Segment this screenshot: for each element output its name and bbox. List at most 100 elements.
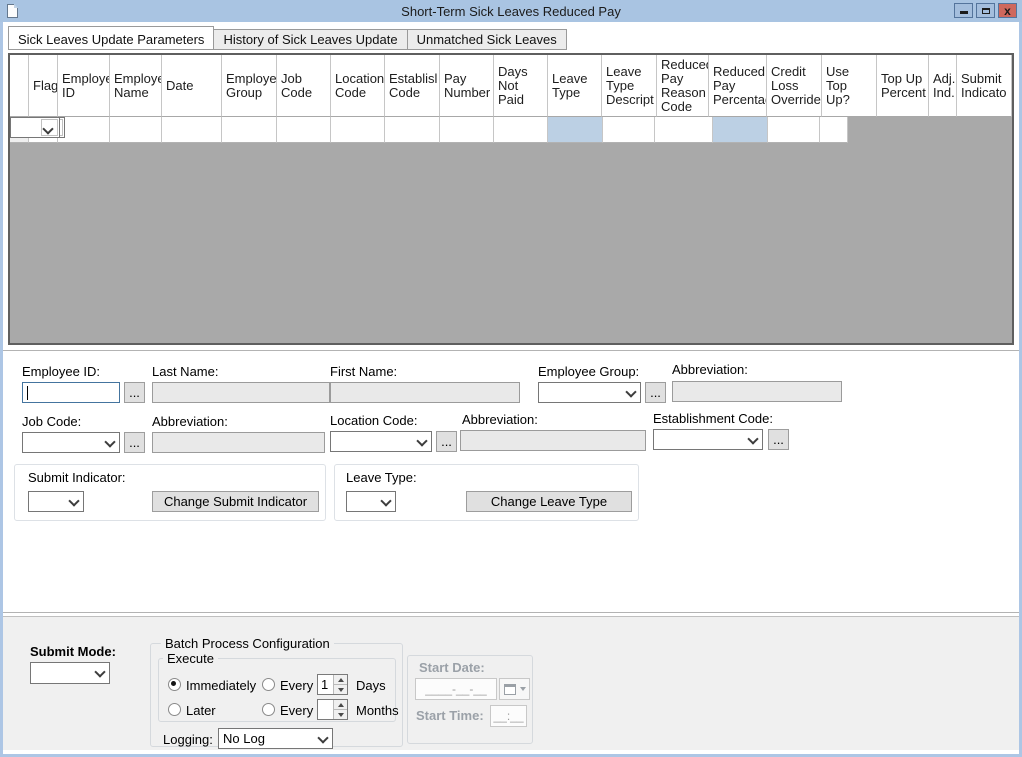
employee-group-abbreviation-field [672, 381, 842, 402]
grid-cell[interactable] [162, 117, 222, 143]
days-value: 1 [321, 677, 328, 692]
grid-cell[interactable] [655, 117, 713, 143]
minimize-icon [960, 11, 968, 14]
grid-column-header[interactable]: Use Top Up? [822, 55, 877, 117]
days-stepper[interactable]: 1 [317, 674, 348, 695]
chevron-down-icon [68, 495, 79, 506]
tab-unmatched-sick-leaves[interactable]: Unmatched Sick Leaves [408, 29, 567, 50]
job-code-abbreviation-label: Abbreviation: [152, 414, 228, 429]
close-button[interactable]: x [998, 3, 1017, 18]
employee-id-input[interactable] [22, 382, 120, 403]
days-spin-buttons[interactable] [333, 675, 347, 694]
months-spin-buttons[interactable] [333, 700, 347, 719]
grid-column-header[interactable]: Leave Type Descript [602, 55, 657, 117]
grid-column-header[interactable]: Flag [29, 55, 58, 117]
grid-cell[interactable] [768, 117, 820, 143]
grid-cell[interactable] [222, 117, 277, 143]
tab-sick-leaves-update-parameters[interactable]: Sick Leaves Update Parameters [8, 26, 214, 50]
start-time-field[interactable]: __:__ [490, 705, 527, 727]
days-unit-label: Days [356, 678, 386, 693]
radio-every-months[interactable] [262, 703, 275, 716]
location-code-combobox[interactable] [330, 431, 432, 452]
tab-history-of-sick-leaves-update[interactable]: History of Sick Leaves Update [214, 29, 407, 50]
grid-column-header[interactable]: Employe ID [58, 55, 110, 117]
chevron-down-icon [416, 435, 427, 446]
location-code-abbreviation-field [460, 430, 646, 451]
grid-cell[interactable] [58, 117, 110, 143]
months-stepper[interactable] [317, 699, 348, 720]
job-code-combobox[interactable] [22, 432, 120, 453]
job-code-browse-button[interactable]: ... [124, 432, 145, 453]
maximize-button[interactable] [976, 3, 995, 18]
batch-footer: Submit Mode: Batch Process Configuration… [3, 616, 1019, 750]
grid-column-header[interactable]: Days Not Paid [494, 55, 548, 117]
last-name-field [152, 382, 330, 403]
spin-up-icon[interactable] [334, 700, 347, 710]
spin-down-icon[interactable] [334, 685, 347, 694]
establishment-code-combobox[interactable] [653, 429, 763, 450]
leave-type-combobox[interactable] [346, 491, 396, 512]
grid-column-header[interactable]: Date [162, 55, 222, 117]
logging-combobox[interactable]: No Log [218, 728, 333, 749]
radio-later-label: Later [186, 703, 216, 718]
spin-up-icon[interactable] [334, 675, 347, 685]
grid-column-header[interactable]: Pay Number [440, 55, 494, 117]
radio-every-days[interactable] [262, 678, 275, 691]
submit-indicator-combobox[interactable] [28, 491, 84, 512]
employee-group-combobox[interactable] [538, 382, 641, 403]
change-leave-type-button[interactable]: Change Leave Type [466, 491, 632, 512]
maximize-icon [982, 8, 990, 14]
chevron-down-icon [104, 436, 115, 447]
grid-column-header[interactable]: Reduced Pay Percentag [709, 55, 767, 117]
chevron-down-icon [380, 495, 391, 506]
grid-column-header[interactable]: Leave Type [548, 55, 602, 117]
grid-cell[interactable] [277, 117, 331, 143]
grid-empty-area [10, 143, 1012, 343]
minimize-button[interactable] [954, 3, 973, 18]
grid-cell[interactable] [440, 117, 494, 143]
calendar-icon [504, 684, 516, 695]
batch-group-title: Batch Process Configuration [161, 636, 334, 651]
grid-selector-header[interactable] [10, 55, 29, 117]
grid-column-header[interactable]: Reduced Pay Reason Code [657, 55, 709, 117]
employee-id-browse-button[interactable]: ... [124, 382, 145, 403]
chevron-down-icon [317, 732, 328, 743]
grid-column-header[interactable]: Job Code [277, 55, 331, 117]
grid-cell[interactable] [603, 117, 655, 143]
grid-cell[interactable] [110, 117, 162, 143]
radio-every-days-label: Every [280, 678, 313, 693]
submit-mode-combobox[interactable] [30, 662, 110, 684]
grid-column-header[interactable]: Employe Group [222, 55, 277, 117]
establishment-code-browse-button[interactable]: ... [768, 429, 789, 450]
employee-id-label: Employee ID: [22, 364, 100, 379]
radio-immediately[interactable] [168, 678, 181, 691]
calendar-picker-button[interactable] [499, 678, 530, 700]
grid-cell[interactable] [10, 117, 60, 138]
start-date-label: Start Date: [419, 660, 485, 675]
start-time-label: Start Time: [416, 708, 484, 723]
grid-cell[interactable] [331, 117, 385, 143]
grid-cell [548, 117, 603, 143]
grid-column-header[interactable]: Adj. Ind. [929, 55, 957, 117]
grid-column-header[interactable]: Employe Name [110, 55, 162, 117]
grid-cell[interactable] [494, 117, 548, 143]
grid-column-header[interactable]: Top Up Percent [877, 55, 929, 117]
start-date-field[interactable]: ____-__-__ [415, 678, 497, 700]
grid-cell[interactable] [820, 117, 848, 143]
radio-later[interactable] [168, 703, 181, 716]
grid-column-header[interactable]: Establisl Code [385, 55, 440, 117]
grid-column-header[interactable]: Location Code [331, 55, 385, 117]
grid-cell[interactable] [385, 117, 440, 143]
grid-column-header[interactable]: Credit Loss Override [767, 55, 822, 117]
dropdown-arrow-icon [520, 687, 526, 691]
grid-cell-dropdown-button[interactable] [41, 119, 58, 136]
employee-group-label: Employee Group: [538, 364, 639, 379]
employee-group-browse-button[interactable]: ... [645, 382, 666, 403]
establishment-code-label: Establishment Code: [653, 411, 773, 426]
change-submit-indicator-button[interactable]: Change Submit Indicator [152, 491, 319, 512]
spin-down-icon[interactable] [334, 710, 347, 719]
grid-column-header[interactable]: Submit Indicato [957, 55, 1012, 117]
grid-new-row: * [10, 117, 1012, 143]
location-code-browse-button[interactable]: ... [436, 431, 457, 452]
first-name-field [330, 382, 520, 403]
